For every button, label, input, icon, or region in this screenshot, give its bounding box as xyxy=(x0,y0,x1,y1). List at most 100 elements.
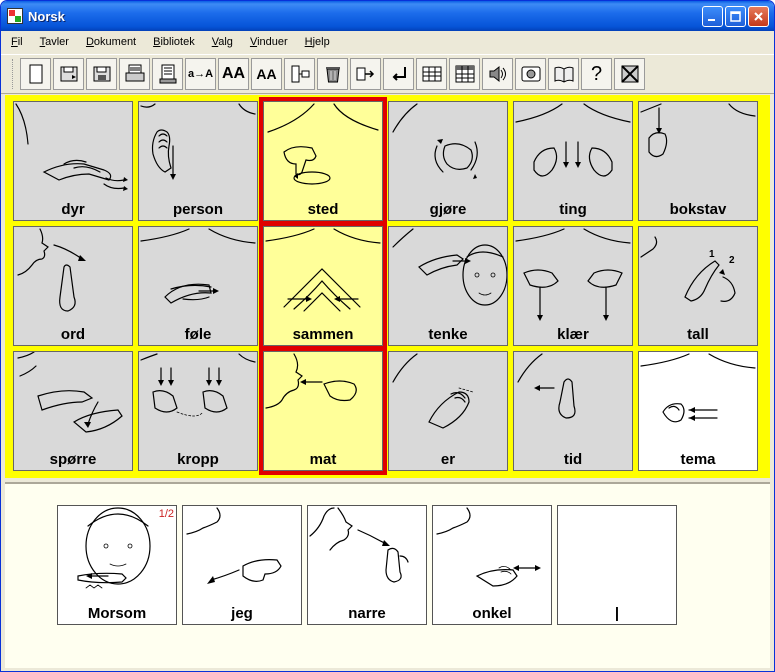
help-icon: ? xyxy=(590,62,603,85)
sign-tenke-icon xyxy=(392,228,507,306)
sign-tema-icon xyxy=(640,353,756,423)
symbol-cell-tenke[interactable]: tenke xyxy=(388,226,508,346)
save-as-icon xyxy=(93,66,110,82)
app-icon xyxy=(7,8,23,24)
symbol-label: er xyxy=(440,451,456,468)
symbol-cell-gjore[interactable]: gjøre xyxy=(388,101,508,221)
image-icon xyxy=(521,66,540,82)
symbol-label: mat xyxy=(309,451,337,468)
enter-button[interactable] xyxy=(383,58,414,90)
save-to-disk-icon xyxy=(60,66,77,82)
move-right-button[interactable] xyxy=(350,58,381,90)
toolbar: a→A AA AA ? xyxy=(1,54,774,94)
sign-dyr-icon xyxy=(15,103,128,191)
speaker-icon xyxy=(489,65,506,83)
sentence-cell-morsom[interactable]: 1/2 Morsom xyxy=(57,505,177,625)
symbol-cell-person[interactable]: person xyxy=(138,101,258,221)
font-smaller-button[interactable]: AA xyxy=(251,58,282,90)
sign-sted-icon xyxy=(267,103,379,185)
svg-text:2: 2 xyxy=(729,255,735,266)
maximize-button[interactable] xyxy=(725,6,746,27)
close-board-button[interactable] xyxy=(614,58,645,90)
symbol-cell-ord[interactable]: ord xyxy=(13,226,133,346)
menu-fil[interactable]: Fil xyxy=(11,36,23,48)
symbol-cell-mat[interactable]: mat xyxy=(259,347,387,475)
symbol-cell-sted[interactable]: sted xyxy=(259,97,387,225)
grid-button[interactable] xyxy=(416,58,447,90)
menu-hjelp[interactable]: Hjelp xyxy=(305,36,330,48)
close-board-icon xyxy=(620,65,639,83)
symbol-cell-kropp[interactable]: kropp xyxy=(138,351,258,471)
sign-klaer-icon xyxy=(515,228,631,321)
sign-ord-icon xyxy=(17,228,86,312)
text-case-button[interactable]: a→A xyxy=(185,58,216,90)
menu-vinduer[interactable]: Vinduer xyxy=(250,36,288,48)
font-smaller-icon: AA xyxy=(256,66,277,82)
sentence-cell-narre[interactable]: narre xyxy=(307,505,427,625)
title-bar[interactable]: Norsk xyxy=(1,1,774,31)
sign-tid-icon xyxy=(517,353,576,419)
table-button[interactable] xyxy=(449,58,480,90)
grid-icon xyxy=(422,66,441,82)
new-document-icon xyxy=(29,64,42,84)
symbol-cell-bokstav[interactable]: bokstav xyxy=(638,101,758,221)
delete-button[interactable] xyxy=(317,58,348,90)
print-icon xyxy=(125,64,144,82)
maximize-icon xyxy=(730,11,741,22)
symbol-label: tid xyxy=(563,451,583,468)
window-controls xyxy=(702,6,769,27)
save-button[interactable] xyxy=(53,58,84,90)
sign-morsom-icon xyxy=(77,507,151,589)
symbol-cell-sammen[interactable]: sammen xyxy=(259,222,387,350)
symbol-cell-tid[interactable]: tid xyxy=(513,351,633,471)
font-larger-icon: AA xyxy=(221,65,246,82)
symbol-label: dyr xyxy=(61,201,85,218)
book-icon xyxy=(554,66,573,83)
print-preview-button[interactable] xyxy=(152,58,183,90)
font-larger-button[interactable]: AA xyxy=(218,58,249,90)
symbol-label: bokstav xyxy=(669,201,727,218)
symbol-cell-klaer[interactable]: klær xyxy=(513,226,633,346)
symbol-label: ting xyxy=(559,201,587,218)
minimize-button[interactable] xyxy=(702,6,723,27)
symbol-cell-ting[interactable]: ting xyxy=(513,101,633,221)
menu-dokument[interactable]: Dokument xyxy=(86,36,136,48)
toolbar-grip[interactable] xyxy=(12,59,15,89)
print-button[interactable] xyxy=(119,58,150,90)
symbol-label: gjøre xyxy=(429,201,467,218)
symbol-label: tall xyxy=(687,326,709,343)
library-button[interactable] xyxy=(548,58,579,90)
trash-icon xyxy=(325,67,340,83)
new-button[interactable] xyxy=(20,58,51,90)
sentence-strip[interactable]: 1/2 Morsom jeg narre onkel | xyxy=(5,482,770,668)
sentence-cell-empty[interactable]: | xyxy=(557,505,677,625)
symbol-label: ord xyxy=(60,326,86,343)
symbol-cell-tema[interactable]: tema xyxy=(638,351,758,471)
speak-button[interactable] xyxy=(482,58,513,90)
sign-fole-icon xyxy=(140,228,256,304)
save-as-button[interactable] xyxy=(86,58,117,90)
menu-valg[interactable]: Valg xyxy=(212,36,233,48)
close-button[interactable] xyxy=(748,6,769,27)
enter-return-icon xyxy=(392,67,406,81)
sentence-cell-jeg[interactable]: jeg xyxy=(182,505,302,625)
image-button[interactable] xyxy=(515,58,546,90)
symbol-cell-tall[interactable]: 1 2 tall xyxy=(638,226,758,346)
symbol-cell-sporre[interactable]: spørre xyxy=(13,351,133,471)
help-button[interactable]: ? xyxy=(581,58,612,90)
app-window: Norsk Fil Tavler Dokument Bibliotek Valg… xyxy=(0,0,775,672)
window-title: Norsk xyxy=(28,8,65,24)
sentence-cell-onkel[interactable]: onkel xyxy=(432,505,552,625)
table-grid-icon xyxy=(455,65,474,83)
symbol-cell-dyr[interactable]: dyr xyxy=(13,101,133,221)
symbol-cell-er[interactable]: er xyxy=(388,351,508,471)
insert-symbol-icon xyxy=(291,65,309,83)
symbol-label: tenke xyxy=(428,326,468,343)
symbol-board: dyr person sted gjøre ting bokstav ord f… xyxy=(5,95,770,478)
menu-bibliotek[interactable]: Bibliotek xyxy=(153,36,195,48)
sign-bokstav-icon xyxy=(640,103,756,158)
sign-kropp-icon xyxy=(140,353,256,417)
menu-tavler[interactable]: Tavler xyxy=(40,36,69,48)
symbol-cell-fole[interactable]: føle xyxy=(138,226,258,346)
insert-symbol-button[interactable] xyxy=(284,58,315,90)
